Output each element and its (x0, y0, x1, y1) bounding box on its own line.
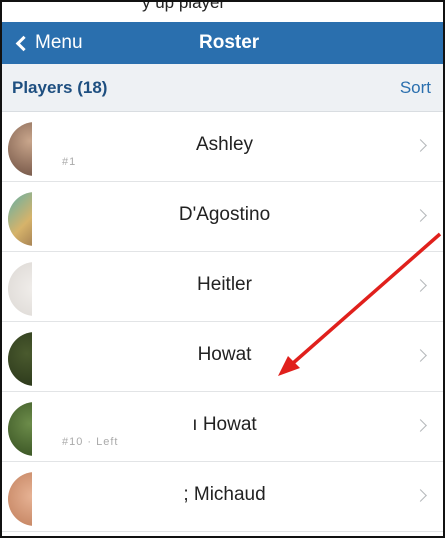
sort-button[interactable]: Sort (400, 64, 431, 112)
navigation-bar: Menu Roster (2, 22, 443, 64)
player-subtitle: #10 · Left (62, 436, 119, 448)
player-name: ı Howat (192, 414, 257, 435)
players-section-header: Players (18) Sort (2, 64, 443, 112)
back-menu-label: Menu (35, 32, 83, 53)
player-name: Heitler (197, 274, 252, 295)
list-item[interactable]: ; Michaud (2, 462, 443, 532)
list-item[interactable]: Ashley #1 (2, 112, 443, 182)
back-menu-button[interactable]: Menu (14, 22, 83, 64)
player-name: Ashley (195, 134, 254, 155)
caption-text: y up player (142, 2, 226, 12)
caption-fragment: y up player (2, 2, 443, 24)
list-item[interactable]: Heitler (2, 252, 443, 322)
section-title: Players (18) (12, 78, 108, 97)
list-item[interactable]: Howat (2, 322, 443, 392)
player-name: ; Michaud (183, 484, 266, 505)
screenshot-frame: y up player Menu Roster Players (18) Sor… (0, 0, 445, 538)
page-title: Roster (199, 32, 260, 53)
player-subtitle: #1 (62, 156, 77, 168)
player-list: Ashley #1 D'Agostino Heitler Howat ı How… (2, 112, 443, 532)
list-item[interactable]: D'Agostino (2, 182, 443, 252)
chevron-left-icon (15, 35, 32, 51)
player-name: Howat (197, 344, 252, 365)
player-name: D'Agostino (178, 204, 271, 225)
list-item[interactable]: ı Howat #10 · Left (2, 392, 443, 462)
